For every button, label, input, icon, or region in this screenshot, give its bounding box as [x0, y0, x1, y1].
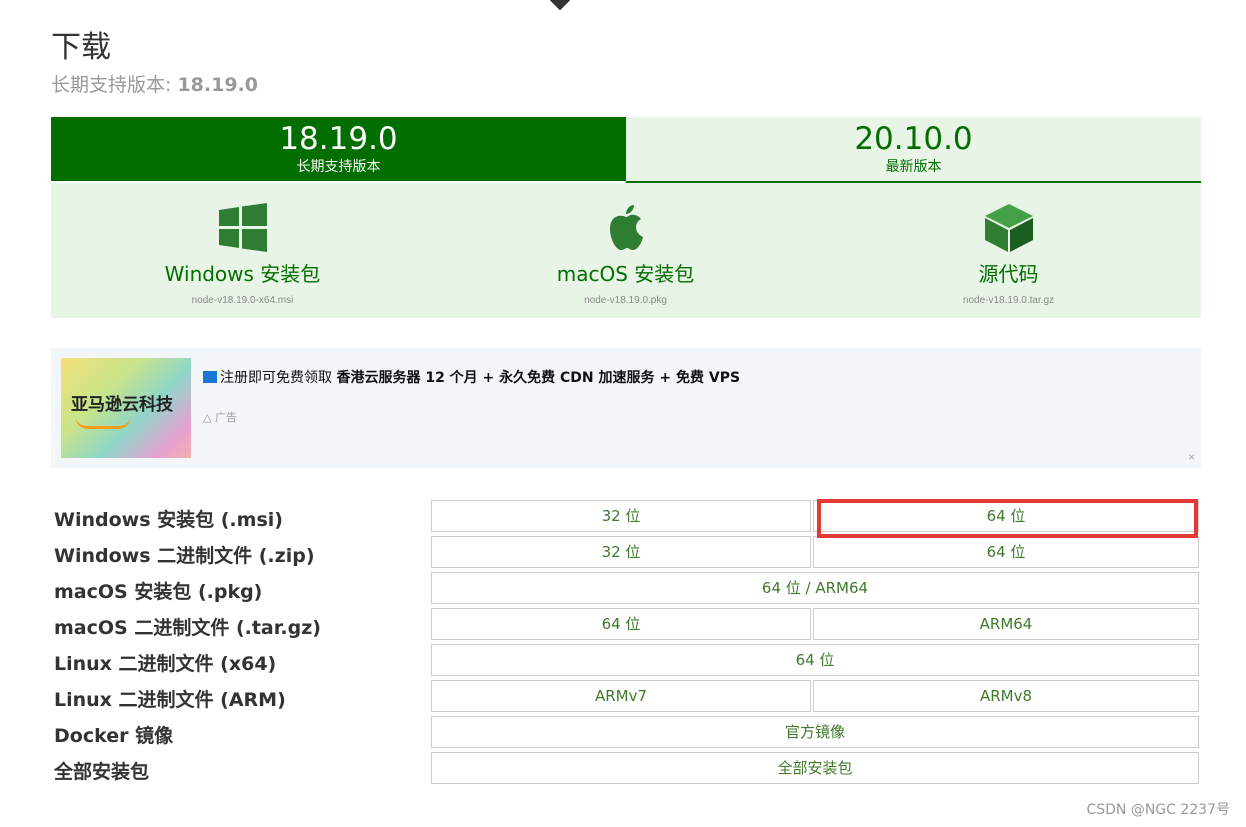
table-row: 全部安装包 全部安装包 — [51, 752, 1201, 785]
download-windows-installer[interactable]: Windows 安装包 node-v18.19.0-x64.msi — [51, 183, 434, 318]
windows-installer-label: Windows 安装包 — [164, 262, 321, 286]
table-row: Windows 安装包 (.msi) 32 位 64 位 — [51, 500, 1201, 533]
macos-installer-file: node-v18.19.0.pkg — [584, 295, 667, 306]
download-link[interactable]: 官方镜像 — [431, 716, 1199, 748]
apple-icon — [609, 205, 643, 250]
row-label: macOS 二进制文件 (.tar.gz) — [54, 617, 321, 639]
download-link[interactable]: 64 位 / ARM64 — [431, 572, 1199, 604]
download-link[interactable]: 32 位 — [431, 500, 811, 532]
ad-brand: 亚马逊云科技 — [71, 395, 173, 415]
download-link[interactable]: 32 位 — [431, 536, 811, 568]
cube-icon — [984, 204, 1033, 252]
dropdown-caret — [548, 0, 572, 11]
tab-lts-label: 长期支持版本 — [296, 159, 381, 175]
row-label: Docker 镜像 — [54, 725, 174, 747]
windows-icon — [218, 203, 267, 252]
row-label: Linux 二进制文件 (x64) — [54, 653, 277, 675]
table-row: Linux 二进制文件 (x64) 64 位 — [51, 644, 1201, 677]
smile-arrow-icon — [75, 416, 131, 429]
download-link[interactable]: ARM64 — [813, 608, 1199, 640]
ad-tag-label: 广告 — [214, 411, 237, 424]
download-link[interactable]: ARMv7 — [431, 680, 811, 712]
watermark: CSDN @NGC 2237号 — [1086, 802, 1230, 818]
lts-prefix: 长期支持版本: — [51, 74, 178, 96]
table-row: Linux 二进制文件 (ARM) ARMv7 ARMv8 — [51, 680, 1201, 713]
ad-text-bold: 香港云服务器 12 个月 + 永久免费 CDN 加速服务 + 免费 VPS — [336, 370, 741, 386]
source-code-label: 源代码 — [978, 262, 1039, 286]
macos-installer-label: macOS 安装包 — [556, 262, 695, 286]
row-label: macOS 安装包 (.pkg) — [54, 581, 263, 603]
table-row: macOS 安装包 (.pkg) 64 位 / ARM64 — [51, 572, 1201, 605]
download-source-code[interactable]: 源代码 node-v18.19.0.tar.gz — [817, 183, 1200, 318]
download-link[interactable]: 64 位 — [431, 608, 811, 640]
lts-version: 18.19.0 — [177, 74, 258, 96]
download-link[interactable]: 64 位 — [431, 644, 1199, 676]
downloads-panel: Windows 安装包 node-v18.19.0-x64.msi macOS … — [51, 183, 1201, 318]
ad-image[interactable]: 亚马逊云科技 — [61, 358, 191, 458]
ad-banner[interactable]: 亚马逊云科技 注册即可免费领取 香港云服务器 12 个月 + 永久免费 CDN … — [51, 348, 1201, 468]
download-link[interactable]: 64 位 — [813, 500, 1199, 532]
version-tabs: 18.19.0 长期支持版本 20.10.0 最新版本 — [51, 117, 1201, 183]
download-link[interactable]: ARMv8 — [813, 680, 1199, 712]
download-link[interactable]: 全部安装包 — [431, 752, 1199, 784]
ad-text-plain: 注册即可免费领取 — [220, 370, 337, 386]
ad-tag: △ 广告 — [203, 411, 237, 424]
tab-lts-version: 18.19.0 — [279, 121, 398, 157]
flag-icon — [203, 371, 217, 383]
table-row: Windows 二进制文件 (.zip) 32 位 64 位 — [51, 536, 1201, 569]
download-macos-installer[interactable]: macOS 安装包 node-v18.19.0.pkg — [434, 183, 817, 318]
tab-current-version: 20.10.0 — [854, 121, 973, 157]
row-label: 全部安装包 — [54, 761, 150, 783]
ad-close-button[interactable]: × — [1188, 450, 1195, 464]
ad-headline[interactable]: 注册即可免费领取 香港云服务器 12 个月 + 永久免费 CDN 加速服务 + … — [203, 367, 740, 387]
table-row: Docker 镜像 官方镜像 — [51, 716, 1201, 749]
source-code-file: node-v18.19.0.tar.gz — [962, 295, 1055, 306]
tab-lts[interactable]: 18.19.0 长期支持版本 — [51, 117, 626, 181]
windows-installer-file: node-v18.19.0-x64.msi — [191, 295, 294, 306]
page-title: 下载 — [51, 30, 111, 65]
row-label: Windows 安装包 (.msi) — [54, 509, 283, 531]
row-label: Linux 二进制文件 (ARM) — [54, 689, 286, 711]
row-label: Windows 二进制文件 (.zip) — [54, 545, 315, 567]
tab-current[interactable]: 20.10.0 最新版本 — [626, 117, 1201, 183]
tab-current-label: 最新版本 — [885, 159, 942, 175]
lts-summary: 长期支持版本: 18.19.0 — [51, 70, 258, 97]
download-link[interactable]: 64 位 — [813, 536, 1199, 568]
table-row: macOS 二进制文件 (.tar.gz) 64 位 ARM64 — [51, 608, 1201, 641]
